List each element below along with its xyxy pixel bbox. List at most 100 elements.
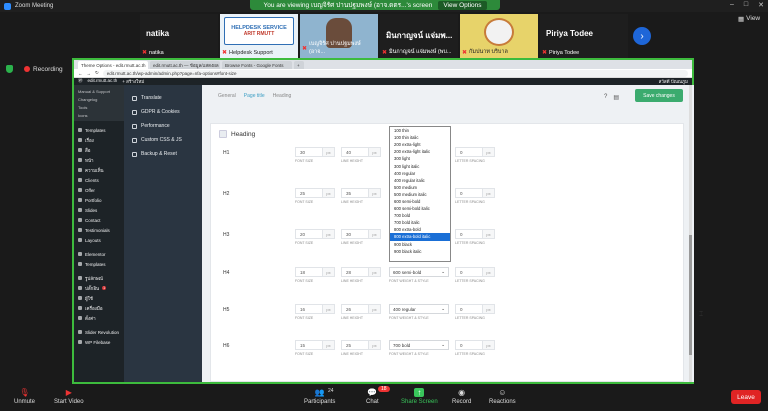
font-weight-select[interactable]: 600 semi-bold ⌄	[389, 267, 449, 277]
font-size-input[interactable]: 15	[295, 340, 323, 350]
address-input[interactable]: edit.rmutt.ac.th/wp-admin/admin.php?page…	[102, 69, 688, 77]
sidebar-item[interactable]: หน้า	[74, 155, 124, 165]
line-height-input[interactable]: 26	[341, 304, 369, 314]
nav-gdpr[interactable]: GDPR & Cookies	[124, 105, 202, 119]
letter-spacing-input[interactable]: 0	[455, 188, 483, 198]
scrollbar-thumb[interactable]	[689, 235, 692, 355]
dropdown-option[interactable]: 200 extra-light italic	[390, 148, 450, 155]
notes-icon[interactable]: ▤	[613, 94, 619, 101]
dropdown-option[interactable]: 800 extra-bold italic	[390, 233, 450, 241]
leave-button[interactable]: Leave	[731, 390, 761, 404]
participant-tile[interactable]: natika ✖ natika	[140, 14, 218, 58]
letter-spacing-input[interactable]: 0	[455, 229, 483, 239]
font-size-input[interactable]: 18	[295, 267, 323, 277]
sidebar-item[interactable]: Templates	[74, 125, 124, 135]
font-weight-dropdown[interactable]: 100 thin 100 thin italic 200 extra-light 20…	[389, 126, 451, 262]
sidebar-item[interactable]: เครื่องมือ	[74, 303, 124, 313]
back-icon[interactable]: ←	[78, 71, 83, 76]
submenu-item[interactable]: Manual & Support	[74, 87, 124, 95]
sidebar-item[interactable]: เรื่อง	[74, 135, 124, 145]
dropdown-option[interactable]: 400 regular italic	[390, 177, 450, 184]
next-page-button[interactable]: ›	[633, 27, 651, 45]
reload-icon[interactable]: ↻	[95, 70, 99, 76]
font-weight-select[interactable]: 400 regular ⌄	[389, 304, 449, 314]
nav-performance[interactable]: Performance	[124, 119, 202, 133]
view-button[interactable]: ▦ View	[738, 15, 760, 23]
sidebar-item[interactable]: Slides	[74, 205, 124, 215]
scrollbar[interactable]	[689, 85, 692, 382]
participant-tile[interactable]: มินกาญจน์ แจ่มพ... ✖ มินกาญจน์ แจ่มพงษ์ (…	[380, 14, 458, 58]
line-height-input[interactable]: 35	[341, 188, 369, 198]
new-tab-button[interactable]: +	[294, 61, 304, 69]
new-content-link[interactable]: + สร้างใหม่	[122, 78, 144, 85]
font-weight-select[interactable]: 700 bold ⌄	[389, 340, 449, 350]
sidebar-item[interactable]: WP Filebase	[74, 337, 124, 347]
dropdown-option[interactable]: 600 semi-bold italic	[390, 205, 450, 212]
start-video-button[interactable]: ▶ Start Video	[54, 388, 84, 405]
sidebar-item[interactable]: Slider Revolution	[74, 327, 124, 337]
sidebar-item[interactable]: Elementor	[74, 249, 124, 259]
line-height-input[interactable]: 30	[341, 229, 369, 239]
sidebar-item[interactable]: Testimonials	[74, 225, 124, 235]
participant-tile[interactable]: ✖ เบญจิรัศ ปานปฐมพงษ์ (อาจ...	[300, 14, 378, 58]
site-name[interactable]: edit.rmutt.ac.th	[88, 78, 118, 85]
chat-button[interactable]: 💬 Chat	[366, 388, 379, 405]
nav-custom-css[interactable]: Custom CSS & JS	[124, 133, 202, 147]
dropdown-option[interactable]: 800 extra-bold	[390, 226, 450, 233]
sidebar-item[interactable]: ปลั๊กอิน 1	[74, 283, 124, 293]
submenu-item[interactable]: Icons	[74, 111, 124, 119]
dropdown-option[interactable]: 500 medium italic	[390, 191, 450, 198]
browser-tab[interactable]: Browse Fonts - Google Fonts	[222, 61, 292, 69]
line-height-input[interactable]: 28	[341, 267, 369, 277]
sidebar-item[interactable]: Clients	[74, 175, 124, 185]
browser-tab[interactable]: edit.rmutt.ac.th — ข้อมูล/แสดงผล	[150, 61, 220, 69]
sidebar-item[interactable]: รูปลักษณ์	[74, 273, 124, 283]
dropdown-option[interactable]: 400 regular	[390, 170, 450, 177]
close-icon[interactable]: ✕	[758, 1, 764, 9]
dropdown-option[interactable]: 100 thin italic	[390, 134, 450, 141]
reactions-button[interactable]: ☺ Reactions	[489, 388, 516, 405]
view-options-button[interactable]: View Options	[438, 0, 487, 10]
unmute-button[interactable]: 🎙 Unmute	[14, 388, 35, 405]
font-size-input[interactable]: 20	[295, 229, 323, 239]
sidebar-item[interactable]: ผู้ใช้	[74, 293, 124, 303]
line-height-input[interactable]: 25	[341, 340, 369, 350]
submenu-item[interactable]: Tools	[74, 103, 124, 111]
wp-logo-icon[interactable]: Ⓦ	[78, 78, 83, 85]
tab-page-title[interactable]: Page title	[244, 93, 265, 99]
browser-tab[interactable]: Theme Options - edit.rmutt.ac.th	[78, 61, 148, 69]
tab-heading[interactable]: Heading	[273, 93, 292, 99]
forward-icon[interactable]: →	[87, 71, 92, 76]
letter-spacing-input[interactable]: 0	[455, 340, 483, 350]
dropdown-option[interactable]: 700 bold	[390, 212, 450, 219]
dropdown-option[interactable]: 100 thin	[390, 127, 450, 134]
sidebar-item[interactable]: Offer	[74, 185, 124, 195]
minimize-icon[interactable]: –	[730, 1, 734, 9]
dropdown-option[interactable]: 600 semi-bold	[390, 198, 450, 205]
font-size-input[interactable]: 25	[295, 188, 323, 198]
sidebar-item[interactable]: ตั้งค่า	[74, 313, 124, 323]
letter-spacing-input[interactable]: 0	[455, 147, 483, 157]
letter-spacing-input[interactable]: 0	[455, 304, 483, 314]
dropdown-option[interactable]: 900 black italic	[390, 248, 450, 255]
sidebar-item[interactable]: Templates	[74, 259, 124, 269]
dropdown-option[interactable]: 300 light	[390, 155, 450, 162]
help-icon[interactable]: ?	[604, 94, 607, 101]
dropdown-option[interactable]: 500 medium	[390, 184, 450, 191]
sidebar-item[interactable]: สื่อ	[74, 145, 124, 155]
participant-tile[interactable]: Piriya Todee ✖ Piriya Todee	[540, 14, 628, 58]
font-size-input[interactable]: 16	[295, 304, 323, 314]
participant-tile[interactable]: HELPDESK SERVICE ARIT RMUTT ✖ Helpdesk Su…	[220, 14, 298, 58]
sidebar-item[interactable]: ความเห็น	[74, 165, 124, 175]
dropdown-option[interactable]: 900 black	[390, 241, 450, 248]
user-greeting[interactable]: สวัสดี ปัณณภูม	[659, 78, 688, 85]
font-size-input[interactable]: 30	[295, 147, 323, 157]
nav-backup[interactable]: Backup & Reset	[124, 147, 202, 161]
save-changes-button[interactable]: Save changes	[635, 89, 683, 102]
sidebar-item[interactable]: Portfolio	[74, 195, 124, 205]
sidebar-item[interactable]: Contact	[74, 215, 124, 225]
record-button[interactable]: ◉ Record	[452, 388, 471, 405]
dropdown-option[interactable]: 700 bold italic	[390, 219, 450, 226]
letter-spacing-input[interactable]: 0	[455, 267, 483, 277]
participant-tile[interactable]: ✖ กัมปนาท บริบาล	[460, 14, 538, 58]
